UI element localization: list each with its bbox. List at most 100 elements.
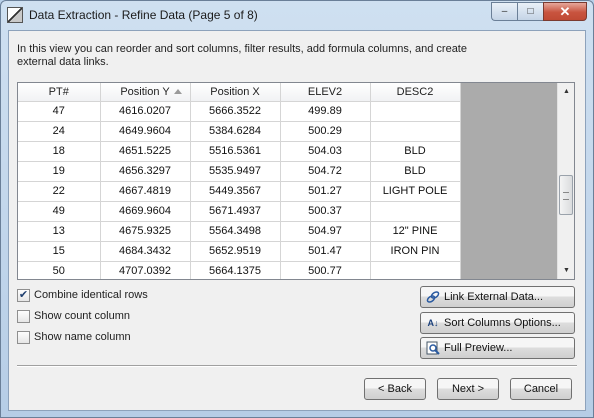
maximize-button[interactable]: □ bbox=[517, 2, 543, 21]
cell-position-x[interactable]: 5384.6284 bbox=[190, 121, 281, 142]
cell-pt[interactable]: 18 bbox=[18, 141, 101, 162]
cell-position-y[interactable]: 4656.3297 bbox=[100, 161, 191, 182]
cell-position-y[interactable]: 4667.4819 bbox=[100, 181, 191, 202]
cell-pt[interactable]: 49 bbox=[18, 201, 101, 222]
show-count-column-option[interactable]: Show count column bbox=[17, 308, 130, 324]
cell-position-x[interactable]: 5564.3498 bbox=[190, 221, 281, 242]
close-button[interactable]: ✕ bbox=[543, 2, 587, 21]
column-header-position-y[interactable]: Position Y bbox=[100, 83, 191, 102]
title-bar[interactable]: Data Extraction - Refine Data (Page 5 of… bbox=[1, 1, 593, 29]
table-row[interactable]: 15 4684.3432 5652.9519 501.47 IRON PIN bbox=[18, 241, 461, 262]
cell-position-x[interactable]: 5671.4937 bbox=[190, 201, 281, 222]
cell-desc2[interactable]: LIGHT POLE bbox=[370, 181, 461, 202]
cancel-button[interactable]: Cancel bbox=[510, 378, 572, 400]
combine-identical-rows-checkbox[interactable]: ✔ bbox=[17, 288, 30, 302]
table-row[interactable]: 50 4707.0392 5664.1375 500.77 bbox=[18, 261, 461, 279]
cell-elev2[interactable]: 500.29 bbox=[280, 121, 371, 142]
cell-desc2[interactable] bbox=[370, 101, 461, 122]
table-row[interactable]: 18 4651.5225 5516.5361 504.03 BLD bbox=[18, 141, 461, 162]
cell-position-y[interactable]: 4669.9604 bbox=[100, 201, 191, 222]
table-row[interactable]: 24 4649.9604 5384.6284 500.29 bbox=[18, 121, 461, 142]
cell-pt[interactable]: 47 bbox=[18, 101, 101, 122]
cell-position-x[interactable]: 5535.9497 bbox=[190, 161, 281, 182]
cell-position-y[interactable]: 4649.9604 bbox=[100, 121, 191, 142]
cell-pt[interactable]: 19 bbox=[18, 161, 101, 182]
cell-position-y[interactable]: 4651.5225 bbox=[100, 141, 191, 162]
cell-elev2[interactable]: 500.37 bbox=[280, 201, 371, 222]
minimize-button[interactable]: – bbox=[491, 2, 517, 21]
scroll-thumb[interactable] bbox=[559, 175, 573, 215]
window-title: Data Extraction - Refine Data (Page 5 of… bbox=[29, 8, 258, 22]
cell-desc2[interactable] bbox=[370, 261, 461, 279]
cell-position-x[interactable]: 5666.3522 bbox=[190, 101, 281, 122]
table-row[interactable]: 47 4616.0207 5666.3522 499.89 bbox=[18, 101, 461, 122]
full-preview-button[interactable]: Full Preview... bbox=[420, 337, 575, 359]
instructions-text: In this view you can reorder and sort co… bbox=[17, 43, 467, 68]
sort-az-icon: A↓ bbox=[427, 318, 439, 328]
cancel-button-label: Cancel bbox=[523, 383, 559, 395]
maximize-icon: □ bbox=[527, 6, 534, 17]
data-grid[interactable]: PT# Position Y Position X ELEV2 DESC2 47… bbox=[17, 82, 575, 280]
cell-desc2[interactable]: IRON PIN bbox=[370, 241, 461, 262]
preview-icon bbox=[425, 340, 441, 356]
link-external-data-button[interactable]: Link External Data... bbox=[420, 286, 575, 308]
cell-desc2[interactable]: BLD bbox=[370, 141, 461, 162]
cell-desc2[interactable] bbox=[370, 201, 461, 222]
column-header-pt[interactable]: PT# bbox=[18, 83, 101, 102]
dialog-window: Data Extraction - Refine Data (Page 5 of… bbox=[0, 0, 594, 418]
combine-identical-rows-label[interactable]: Combine identical rows bbox=[34, 289, 148, 301]
cell-elev2[interactable]: 504.97 bbox=[280, 221, 371, 242]
footer-divider bbox=[17, 365, 577, 367]
combine-identical-rows-option[interactable]: ✔ Combine identical rows bbox=[17, 287, 148, 303]
data-extraction-icon bbox=[7, 7, 23, 23]
cell-elev2[interactable]: 504.72 bbox=[280, 161, 371, 182]
cell-position-x[interactable]: 5664.1375 bbox=[190, 261, 281, 279]
vertical-scrollbar[interactable]: ▲ ▼ bbox=[557, 83, 574, 279]
table-row[interactable]: 22 4667.4819 5449.3567 501.27 LIGHT POLE bbox=[18, 181, 461, 202]
cell-pt[interactable]: 15 bbox=[18, 241, 101, 262]
next-button[interactable]: Next > bbox=[437, 378, 499, 400]
close-icon: ✕ bbox=[559, 3, 571, 19]
data-table: PT# Position Y Position X ELEV2 DESC2 47… bbox=[18, 83, 461, 279]
cell-position-y[interactable]: 4675.9325 bbox=[100, 221, 191, 242]
table-row[interactable]: 13 4675.9325 5564.3498 504.97 12" PINE bbox=[18, 221, 461, 242]
show-count-column-checkbox[interactable] bbox=[17, 309, 30, 323]
cell-position-x[interactable]: 5652.9519 bbox=[190, 241, 281, 262]
scroll-down-arrow-icon[interactable]: ▼ bbox=[558, 262, 574, 279]
cell-pt[interactable]: 24 bbox=[18, 121, 101, 142]
back-button[interactable]: < Back bbox=[364, 378, 426, 400]
sort-columns-options-button[interactable]: A↓ Sort Columns Options... bbox=[420, 312, 575, 334]
cell-position-y[interactable]: 4707.0392 bbox=[100, 261, 191, 279]
column-header-desc2[interactable]: DESC2 bbox=[370, 83, 461, 102]
cell-position-y[interactable]: 4684.3432 bbox=[100, 241, 191, 262]
show-name-column-label[interactable]: Show name column bbox=[34, 331, 131, 343]
cell-position-x[interactable]: 5516.5361 bbox=[190, 141, 281, 162]
cell-pt[interactable]: 13 bbox=[18, 221, 101, 242]
cell-pt[interactable]: 50 bbox=[18, 261, 101, 279]
show-name-column-option[interactable]: Show name column bbox=[17, 329, 131, 345]
minimize-icon: – bbox=[501, 6, 508, 17]
show-name-column-checkbox[interactable] bbox=[17, 330, 30, 344]
sort-ascending-icon bbox=[173, 89, 182, 94]
show-count-column-label[interactable]: Show count column bbox=[34, 310, 130, 322]
cell-elev2[interactable]: 501.27 bbox=[280, 181, 371, 202]
cell-position-y[interactable]: 4616.0207 bbox=[100, 101, 191, 122]
header-row: PT# Position Y Position X ELEV2 DESC2 bbox=[18, 83, 461, 102]
cell-elev2[interactable]: 500.77 bbox=[280, 261, 371, 279]
cell-elev2[interactable]: 499.89 bbox=[280, 101, 371, 122]
table-row[interactable]: 49 4669.9604 5671.4937 500.37 bbox=[18, 201, 461, 222]
column-header-position-x[interactable]: Position X bbox=[190, 83, 281, 102]
cell-elev2[interactable]: 504.03 bbox=[280, 141, 371, 162]
next-button-label: Next > bbox=[451, 383, 485, 395]
cell-desc2[interactable] bbox=[370, 121, 461, 142]
link-icon bbox=[425, 289, 441, 305]
cell-position-x[interactable]: 5449.3567 bbox=[190, 181, 281, 202]
scroll-up-arrow-icon[interactable]: ▲ bbox=[558, 83, 574, 100]
table-row[interactable]: 19 4656.3297 5535.9497 504.72 BLD bbox=[18, 161, 461, 182]
cell-elev2[interactable]: 501.47 bbox=[280, 241, 371, 262]
cell-pt[interactable]: 22 bbox=[18, 181, 101, 202]
cell-desc2[interactable]: 12" PINE bbox=[370, 221, 461, 242]
cell-desc2[interactable]: BLD bbox=[370, 161, 461, 182]
full-preview-label: Full Preview... bbox=[444, 342, 513, 354]
column-header-elev2[interactable]: ELEV2 bbox=[280, 83, 371, 102]
